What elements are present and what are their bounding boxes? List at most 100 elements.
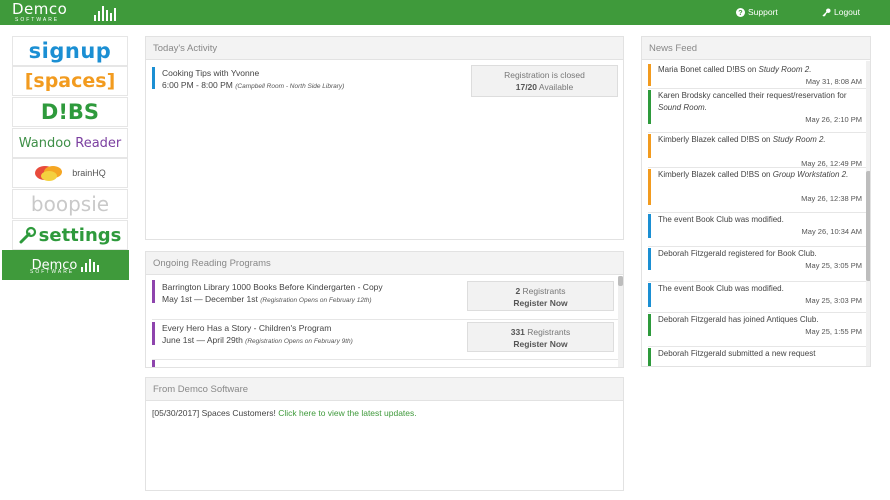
program-accent xyxy=(152,280,155,303)
demco-news-text: Spaces Customers! xyxy=(201,408,276,418)
sidebar-item-spaces[interactable]: [spaces] xyxy=(12,66,128,96)
news-accent xyxy=(648,169,651,205)
wrench-icon xyxy=(19,226,36,244)
logout-label: Logout xyxy=(834,7,860,17)
news-date: May 31, 8:08 AM xyxy=(805,77,862,86)
latest-updates-link[interactable]: Click here to view the latest updates. xyxy=(278,408,416,418)
news-text: Deborah Fitzgerald submitted a new reque… xyxy=(658,348,863,360)
key-icon xyxy=(822,7,831,17)
top-bar: Demco SOFTWARE ? Support Logout xyxy=(0,0,890,25)
news-text-room: Study Room 2. xyxy=(758,65,812,74)
news-feed-item[interactable]: The event Book Club was modified. May 26,… xyxy=(648,213,866,247)
program-name: Every Hero Has a Story - Children's Prog… xyxy=(162,323,332,333)
register-now-button[interactable]: Register Now xyxy=(468,338,613,350)
news-feed-item[interactable]: Kimberly Blazek called D!BS on Study Roo… xyxy=(648,133,866,168)
news-accent xyxy=(648,64,651,86)
logo-text: Demco xyxy=(12,0,68,18)
news-text: Kimberly Blazek called D!BS on Study Roo… xyxy=(658,134,863,146)
news-feed-item[interactable]: Maria Bonet called D!BS on Study Room 2.… xyxy=(648,63,866,89)
scrollbar-thumb[interactable] xyxy=(866,171,870,281)
program-dates: May 1st — December 1st (Registration Ope… xyxy=(162,294,372,304)
logout-link[interactable]: Logout xyxy=(822,7,860,17)
news-feed-panel: News Feed Maria Bonet called D!BS on Stu… xyxy=(641,36,871,367)
program-accent xyxy=(152,322,155,345)
reading-program-item[interactable]: Barrington Library 1000 Books Before Kin… xyxy=(152,280,618,320)
news-date: May 25, 3:03 PM xyxy=(805,296,862,305)
wandoo-text: Wandoo xyxy=(18,135,72,151)
scrollbar-thumb[interactable] xyxy=(618,276,623,286)
news-feed-item[interactable]: Deborah Fitzgerald registered for Book C… xyxy=(648,247,866,282)
news-text-main: Deborah Fitzgerald registered for Book C… xyxy=(658,249,817,258)
news-text: The event Book Club was modified. xyxy=(658,283,863,295)
news-date: May 26, 12:38 PM xyxy=(801,194,862,203)
news-accent xyxy=(648,283,651,307)
news-text-room: Sound Room. xyxy=(658,103,707,112)
news-accent xyxy=(648,134,651,158)
activity-accent xyxy=(152,67,155,89)
sidebar-item-boopsie[interactable]: boopsie xyxy=(12,189,128,219)
news-feed-item[interactable]: Karen Brodsky cancelled their request/re… xyxy=(648,89,866,133)
demco-logo-subtext: SOFTWARE xyxy=(30,269,75,275)
activity-item[interactable]: Cooking Tips with Yvonne 6:00 PM - 8:00 … xyxy=(152,65,618,99)
demco-bars-icon xyxy=(81,258,100,272)
brainhq-logo-icon xyxy=(35,166,63,181)
sidebar-item-settings[interactable]: settings xyxy=(12,220,128,250)
news-text-main: The event Book Club was modified. xyxy=(658,284,784,293)
news-accent xyxy=(648,314,651,336)
panel-title: Today's Activity xyxy=(146,37,623,60)
spaces-logo: [spaces] xyxy=(24,70,116,92)
news-text-main: Deborah Fitzgerald submitted a new reque… xyxy=(658,349,816,358)
program-note: (Registration Opens on February 12th) xyxy=(260,297,372,304)
news-date: May 25, 3:05 PM xyxy=(805,261,862,270)
reader-text: Reader xyxy=(75,135,122,151)
news-date: May 26, 2:10 PM xyxy=(805,115,862,124)
news-date: May 26, 10:34 AM xyxy=(801,227,862,236)
registrants-count: 331 xyxy=(510,327,525,337)
sidebar-item-demco[interactable]: Demco SOFTWARE xyxy=(2,250,129,280)
news-feed-item[interactable]: Deborah Fitzgerald has joined Antiques C… xyxy=(648,313,866,347)
panel-title: News Feed xyxy=(642,37,870,60)
program-name: Barrington Library 1000 Books Before Kin… xyxy=(162,282,383,292)
sidebar-item-signup[interactable]: signup xyxy=(12,36,128,66)
news-feed-item[interactable]: Kimberly Blazek called D!BS on Group Wor… xyxy=(648,168,866,213)
news-text: Maria Bonet called D!BS on Study Room 2. xyxy=(658,64,863,76)
news-text: Deborah Fitzgerald registered for Book C… xyxy=(658,248,863,260)
demco-news-date: [05/30/2017] xyxy=(152,408,200,418)
news-accent xyxy=(648,248,651,270)
logo-subtext: SOFTWARE xyxy=(15,17,60,23)
activity-time-range: 6:00 PM - 8:00 PM xyxy=(162,80,233,90)
wandoo-reader-logo: Wandoo Reader xyxy=(19,136,122,151)
news-text: Deborah Fitzgerald has joined Antiques C… xyxy=(658,314,863,326)
registrants-box: 2 Registrants Register Now xyxy=(467,281,614,311)
news-feed-scrollbar[interactable] xyxy=(866,61,870,366)
demco-news-item: [05/30/2017] Spaces Customers! Click her… xyxy=(152,408,417,418)
demco-software-logo[interactable]: Demco SOFTWARE xyxy=(12,0,117,23)
activity-location: (Campbell Room - North Side Library) xyxy=(235,83,345,90)
registrants: 331 Registrants xyxy=(468,326,613,338)
registration-status-box: Registration is closed 17/20 Available xyxy=(471,65,618,97)
reading-programs-scrollbar[interactable] xyxy=(618,276,623,367)
sidebar-item-wandoo-reader[interactable]: Wandoo Reader xyxy=(12,128,128,158)
sidebar-item-dibs[interactable]: D!BS xyxy=(12,97,128,127)
svg-text:?: ? xyxy=(738,8,742,17)
news-feed-item[interactable]: Deborah Fitzgerald submitted a new reque… xyxy=(648,347,866,366)
registrants-count: 2 xyxy=(515,286,521,296)
support-label: Support xyxy=(748,7,778,17)
news-feed-item[interactable]: The event Book Club was modified. May 25,… xyxy=(648,282,866,313)
sidebar-item-brainhq[interactable]: brainHQ xyxy=(12,158,128,188)
news-text-main: Kimberly Blazek called D!BS on xyxy=(658,170,773,179)
news-text: Karen Brodsky cancelled their request/re… xyxy=(658,90,863,114)
boopsie-logo: boopsie xyxy=(30,192,110,216)
support-link[interactable]: ? Support xyxy=(736,7,778,17)
news-date: May 26, 12:49 PM xyxy=(801,159,862,168)
panel-title: Ongoing Reading Programs xyxy=(146,252,623,275)
availability-label: Available xyxy=(538,82,574,92)
register-now-button[interactable]: Register Now xyxy=(468,297,613,309)
dibs-logo: D!BS xyxy=(40,100,100,124)
registrants-box: 331 Registrants Register Now xyxy=(467,322,614,352)
reading-program-item[interactable]: Every Hero Has a Story - Children's Prog… xyxy=(152,320,618,360)
program-dates: June 1st — April 29th (Registration Open… xyxy=(162,335,353,345)
news-text-main: Deborah Fitzgerald has joined Antiques C… xyxy=(658,315,819,324)
activity-name: Cooking Tips with Yvonne xyxy=(162,68,260,78)
news-text-main: Kimberly Blazek called D!BS on xyxy=(658,135,773,144)
